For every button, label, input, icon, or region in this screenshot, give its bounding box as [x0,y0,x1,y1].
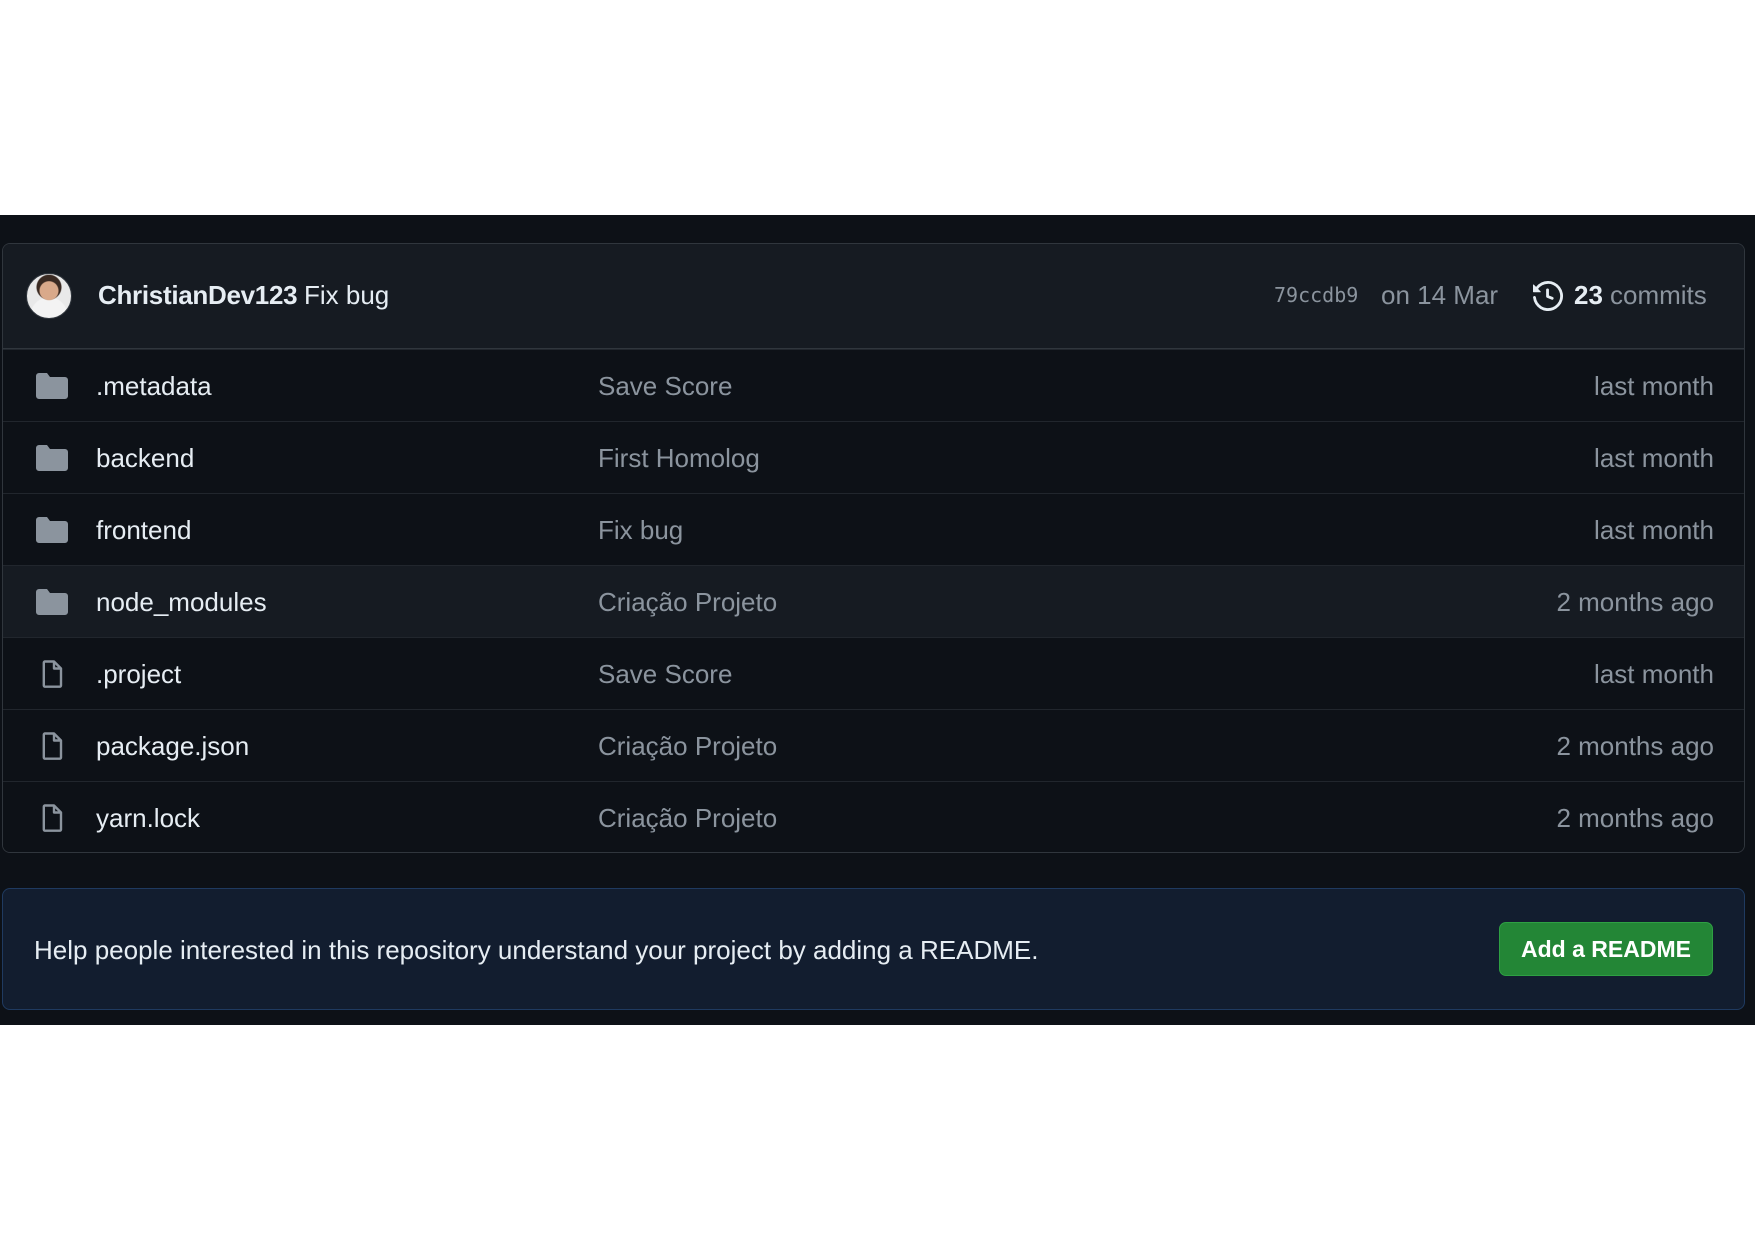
file-name-link[interactable]: node_modules [96,587,267,618]
file-icon [42,660,63,688]
readme-banner-text: Help people interested in this repositor… [34,935,1039,965]
latest-commit-header: ChristianDev123 Fix bug 79ccdb9 on 14 Ma… [3,244,1744,349]
commit-count[interactable]: 23 [1574,280,1603,311]
file-name-link[interactable]: frontend [96,515,191,546]
folder-icon [36,589,68,615]
commit-message-link[interactable]: Fix bug [304,280,389,311]
file-commit-age: 2 months ago [1556,587,1714,617]
folder-icon [36,517,68,543]
file-commit-age: last month [1594,443,1714,473]
file-commit-message-link[interactable]: Save Score [598,659,732,690]
history-icon[interactable] [1533,281,1563,311]
file-commit-age: 2 months ago [1556,803,1714,833]
file-commit-message-link[interactable]: Fix bug [598,515,683,546]
file-name-link[interactable]: backend [96,443,194,474]
file-row-yarn-lock[interactable]: yarn.lock Criação Projeto 2 months ago [3,781,1744,852]
file-commit-age: last month [1594,371,1714,401]
commit-author-link[interactable]: ChristianDev123 [98,280,298,311]
file-row-package-json[interactable]: package.json Criação Projeto 2 months ag… [3,709,1744,781]
file-commit-message-link[interactable]: Criação Projeto [598,803,777,834]
file-commit-message-link[interactable]: Save Score [598,371,732,402]
file-row-project[interactable]: .project Save Score last month [3,637,1744,709]
file-icon [42,804,63,832]
readme-banner: Help people interested in this repositor… [2,888,1745,1010]
file-commit-age: last month [1594,515,1714,545]
file-row-node-modules[interactable]: node_modules Criação Projeto 2 months ag… [3,565,1744,637]
folder-icon [36,373,68,399]
file-commit-age: last month [1594,659,1714,689]
file-row-backend[interactable]: backend First Homolog last month [3,421,1744,493]
file-name-link[interactable]: .project [96,659,181,690]
file-row-metadata[interactable]: .metadata Save Score last month [3,349,1744,421]
file-row-frontend[interactable]: frontend Fix bug last month [3,493,1744,565]
commit-count-label[interactable]: commits [1610,280,1707,311]
commit-hash-link[interactable]: 79ccdb9 [1274,283,1358,307]
file-list-box: ChristianDev123 Fix bug 79ccdb9 on 14 Ma… [2,243,1745,853]
file-commit-message-link[interactable]: First Homolog [598,443,760,474]
add-readme-button[interactable]: Add a README [1499,922,1713,976]
file-name-link[interactable]: .metadata [96,371,212,402]
folder-icon [36,445,68,471]
file-commit-message-link[interactable]: Criação Projeto [598,731,777,762]
file-name-link[interactable]: yarn.lock [96,803,200,834]
avatar[interactable] [26,273,72,319]
repo-file-browser: ChristianDev123 Fix bug 79ccdb9 on 14 Ma… [0,215,1755,1025]
file-commit-age: 2 months ago [1556,731,1714,761]
file-name-link[interactable]: package.json [96,731,249,762]
file-icon [42,732,63,760]
commit-date: on 14 Mar [1381,280,1499,310]
file-commit-message-link[interactable]: Criação Projeto [598,587,777,618]
